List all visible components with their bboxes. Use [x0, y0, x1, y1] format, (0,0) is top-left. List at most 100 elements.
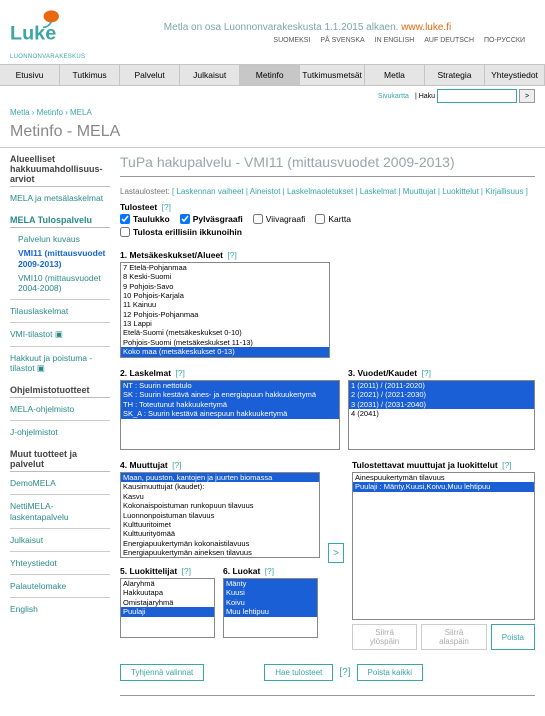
- list-item[interactable]: Puulaji : Mänty,Kuusi,Koivu,Muu lehtipuu: [353, 482, 534, 491]
- lang-sv[interactable]: PÅ SVENSKA: [320, 37, 364, 44]
- bc-metinfo[interactable]: Metinfo: [37, 108, 63, 117]
- list-item[interactable]: Ainespuukoroisten energiapuukertymä: [121, 557, 319, 558]
- tab-laskelmat[interactable]: Laskelmat: [360, 187, 396, 196]
- nav-yhteystiedot[interactable]: Yhteystiedot: [485, 65, 545, 85]
- tulosteet-help[interactable]: [?]: [162, 202, 171, 212]
- list-item[interactable]: 4 (2041): [349, 409, 534, 418]
- sb-nettimela[interactable]: NettiMELA-laskentapalvelu: [10, 499, 110, 523]
- tab-muuttujat[interactable]: Muuttujat: [403, 187, 436, 196]
- sec2-help[interactable]: [?]: [175, 368, 184, 378]
- list-item[interactable]: 12 Pohjois-Pohjanmaa: [121, 310, 329, 319]
- list-item[interactable]: Kausimuuttujat (kaudet):: [121, 482, 319, 491]
- sb-tilauslaskelmat[interactable]: Tilauslaskelmat: [10, 304, 110, 318]
- sec3-help[interactable]: [?]: [421, 368, 430, 378]
- nav-tutkimus[interactable]: Tutkimus: [60, 65, 120, 85]
- list-item[interactable]: 9 Pohjois-Savo: [121, 282, 329, 291]
- list-item[interactable]: Energiapuukertymän aineksen tilavuus: [121, 548, 319, 557]
- lang-de[interactable]: AUF DEUTSCH: [424, 37, 474, 44]
- sec1-help[interactable]: [?]: [227, 250, 236, 260]
- nav-strategia[interactable]: Strategia: [425, 65, 485, 85]
- list-item[interactable]: Maan, puuston, kantojen ja juurten bioma…: [121, 473, 319, 482]
- list-item[interactable]: Pohjois-Suomi (metsäkeskukset 11-13): [121, 338, 329, 347]
- list-item[interactable]: Alaryhmä: [121, 579, 214, 588]
- list-item[interactable]: Omistajaryhmä: [121, 598, 214, 607]
- chk-kartta[interactable]: [315, 214, 325, 224]
- list-item[interactable]: 7 Etelä-Pohjanmaa: [121, 263, 329, 272]
- sb-j-ohjelmistot[interactable]: J-ohjelmistot: [10, 425, 110, 439]
- list-item[interactable]: 1 (2011) / (2011-2020): [349, 381, 534, 390]
- sb-yhteystiedot[interactable]: Yhteystiedot: [10, 556, 110, 570]
- sb-vmi11[interactable]: VMI11 (mittausvuodet 2009-2013): [18, 246, 110, 270]
- lang-ru[interactable]: ПО-РУССКИ: [484, 37, 525, 44]
- list-item[interactable]: 8 Keski-Suomi: [121, 272, 329, 281]
- nav-metinfo[interactable]: Metinfo: [240, 65, 300, 85]
- btn-siirra-ylos[interactable]: Siirrä ylöspäin: [352, 624, 417, 650]
- sb-demomela[interactable]: DemoMELA: [10, 476, 110, 490]
- list-item[interactable]: Luonnonpoistuman tilavuus: [121, 511, 319, 520]
- nav-tutkimusmetsat[interactable]: Tutkimusmetsät: [300, 65, 365, 85]
- list-item[interactable]: Kuusi: [224, 588, 317, 597]
- list-item[interactable]: Koko maa (metsäkeskukset 0-13): [121, 347, 329, 356]
- banner-link[interactable]: www.luke.fi: [401, 22, 451, 33]
- bc-metla[interactable]: Metla: [10, 108, 30, 117]
- btn-poista[interactable]: Poista: [491, 624, 535, 650]
- sec4-help[interactable]: [?]: [172, 460, 181, 470]
- list-luokittelijat[interactable]: AlaryhmäHakkuutapaOmistajaryhmäPuulaji: [120, 578, 215, 638]
- nav-metla[interactable]: Metla: [365, 65, 425, 85]
- list-luokat[interactable]: MäntyKuusiKoivuMuu lehtipuu: [223, 578, 318, 638]
- sec6-help[interactable]: [?]: [265, 566, 274, 576]
- lang-fi[interactable]: SUOMEKSI: [273, 37, 310, 44]
- btn-tyhjenna[interactable]: Tyhjennä valinnat: [120, 664, 204, 681]
- list-kaudet[interactable]: 1 (2011) / (2011-2020)2 (2021) / (2021-2…: [348, 380, 535, 450]
- list-item[interactable]: Muu lehtipuu: [224, 607, 317, 616]
- btn-poista-kaikki[interactable]: Poista kaikki: [357, 664, 423, 681]
- list-item[interactable]: 10 Pohjois-Karjala: [121, 291, 329, 300]
- list-item[interactable]: Kulttuurityömää: [121, 529, 319, 538]
- sec5-help[interactable]: [?]: [182, 566, 191, 576]
- list-item[interactable]: Kasvu: [121, 492, 319, 501]
- list-muuttujat[interactable]: Maan, puuston, kantojen ja juurten bioma…: [120, 472, 320, 558]
- tab-kirjallisuus[interactable]: Kirjallisuus: [485, 187, 523, 196]
- sec7-help[interactable]: [?]: [502, 460, 511, 470]
- list-item[interactable]: Kokonaispoistuman runkopuun tilavuus: [121, 501, 319, 510]
- btn-hae[interactable]: Hae tulosteet: [264, 664, 333, 681]
- list-item[interactable]: Mänty: [224, 579, 317, 588]
- tab-laskvaiheet[interactable]: Laskennan vaiheet: [176, 187, 243, 196]
- list-item[interactable]: Ainespuukertymän tilavuus: [353, 473, 534, 482]
- sb-mela-ohjelmisto[interactable]: MELA-ohjelmisto: [10, 402, 110, 416]
- tab-luokittelut[interactable]: Luokittelut: [442, 187, 478, 196]
- chk-pylvasgraafi[interactable]: [180, 214, 190, 224]
- transfer-button[interactable]: >: [328, 543, 344, 563]
- nav-julkaisut[interactable]: Julkaisut: [180, 65, 240, 85]
- list-item[interactable]: NT : Suurin nettotulo: [121, 381, 339, 390]
- sb-julkaisut[interactable]: Julkaisut: [10, 533, 110, 547]
- list-item[interactable]: 2 (2021) / (2021-2030): [349, 390, 534, 399]
- chk-erillisiin[interactable]: [120, 227, 130, 237]
- sb-vmi10[interactable]: VMI10 (mittausvuodet 2004-2008): [18, 271, 110, 295]
- list-item[interactable]: Koivu: [224, 598, 317, 607]
- list-item[interactable]: TH : Toteutunut hakkuukertymä: [121, 400, 339, 409]
- tab-aineistot[interactable]: Aineistot: [250, 187, 281, 196]
- search-button[interactable]: >: [519, 89, 535, 103]
- sb-mela-metsalask[interactable]: MELA ja metsälaskelmat: [10, 191, 110, 205]
- sb-vmi-tilastot[interactable]: VMI-tilastot ▣: [10, 327, 110, 341]
- lang-en[interactable]: IN ENGLISH: [375, 37, 415, 44]
- list-item[interactable]: Puulaji: [121, 607, 214, 616]
- sb-palvelun-kuvaus[interactable]: Palvelun kuvaus: [18, 232, 110, 246]
- list-item[interactable]: Etelä-Suomi (metsäkeskukset 0-10): [121, 328, 329, 337]
- list-item[interactable]: SK : Suurin kestävä aines- ja energiapuu…: [121, 390, 339, 399]
- list-item[interactable]: SK_A : Suurin kestävä ainespuun hakkuuke…: [121, 409, 339, 418]
- sb-palautelomake[interactable]: Palautelomake: [10, 579, 110, 593]
- list-tulostettavat[interactable]: Ainespuukertymän tilavuus Puulaji : Mänt…: [352, 472, 535, 620]
- list-item[interactable]: 13 Lappi: [121, 319, 329, 328]
- btn-siirra-alas[interactable]: Siirrä alaspäin: [421, 624, 487, 650]
- chk-viivagraafi[interactable]: [253, 214, 263, 224]
- sivukartta-link[interactable]: Sivukartta: [378, 93, 409, 100]
- tab-laskolet[interactable]: Laskelmaoletukset: [287, 187, 353, 196]
- chk-taulukko[interactable]: [120, 214, 130, 224]
- list-item[interactable]: Energiapuukertymän kokonaistilavuus: [121, 539, 319, 548]
- sb-hakkuut[interactable]: Hakkuut ja poistuma -tilastot ▣: [10, 351, 110, 375]
- list-alueet[interactable]: 5 Pirkanmaa6 Etelä-Savo7 Etelä-Pohjanmaa…: [120, 262, 330, 358]
- nav-etusivu[interactable]: Etusivu: [0, 65, 60, 85]
- list-item[interactable]: 11 Kainuu: [121, 300, 329, 309]
